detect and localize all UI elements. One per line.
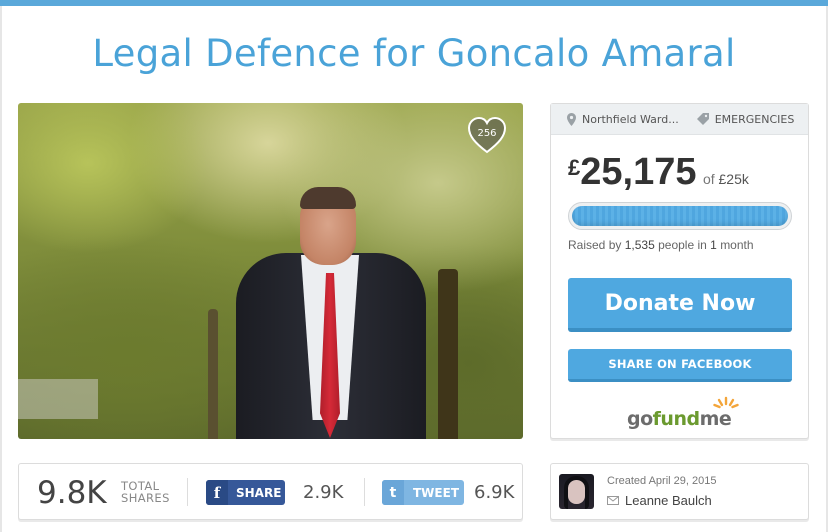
progress-fill [572, 206, 788, 226]
share-on-facebook-button[interactable]: SHARE ON FACEBOOK [568, 349, 792, 382]
amount-raised: £25,175 of £25k [568, 151, 749, 194]
total-shares-label-line2: SHARES [121, 491, 170, 505]
heart-button[interactable]: 256 [467, 116, 507, 155]
raised-by-mid: people in [658, 238, 707, 252]
progress-bar [568, 202, 792, 230]
raised-amount: 25,175 [580, 151, 697, 193]
location-pin-icon [567, 112, 576, 126]
facebook-share-button[interactable]: f SHARE [206, 480, 285, 505]
campaign-title: Legal Defence for Goncalo Amaral [92, 32, 736, 75]
tweet-label: TWEET [413, 486, 460, 500]
gofundme-logo[interactable]: gofundme [627, 396, 739, 430]
envelope-icon [607, 496, 619, 505]
goal-amount: £25k [718, 171, 749, 187]
donation-card: Northfield Ward... EMERGENCIES £25,175 o… [550, 103, 809, 439]
currency-symbol: £ [568, 155, 581, 180]
divider [187, 478, 188, 506]
donate-now-button[interactable]: Donate Now [568, 278, 792, 332]
created-date: Created April 29, 2015 [607, 475, 717, 487]
category-label: EMERGENCIES [714, 112, 795, 126]
location-link[interactable]: Northfield Ward... [567, 112, 679, 126]
raised-by-prefix: Raised by [568, 238, 622, 252]
donor-count: 1,535 [624, 238, 655, 252]
tag-icon [696, 113, 709, 125]
top-accent-bar [0, 0, 828, 6]
organizer-avatar[interactable] [559, 474, 594, 509]
heart-count: 256 [477, 128, 497, 139]
organizer-contact[interactable]: Leanne Baulch [607, 493, 712, 508]
divider [364, 478, 365, 506]
total-shares-label: TOTAL SHARES [121, 480, 170, 504]
photo-tree-trunk [438, 269, 458, 439]
avatar-hair [564, 476, 589, 509]
tweet-count: 6.9K [474, 482, 515, 503]
goal-prefix: of [702, 171, 715, 187]
twitter-icon: t [382, 480, 404, 505]
photo-person-hair [300, 187, 356, 209]
category-link[interactable]: EMERGENCIES [696, 112, 795, 126]
logo-sun-icon [713, 396, 739, 409]
organizer-name: Leanne Baulch [625, 493, 712, 508]
facebook-share-label: SHARE [236, 486, 282, 500]
logo-fund: fund [652, 408, 700, 430]
tweet-button[interactable]: t TWEET [382, 480, 464, 505]
facebook-icon: f [206, 480, 228, 505]
photo-tree-trunk [208, 309, 218, 439]
campaign-photo[interactable] [18, 103, 523, 439]
page-frame-left [0, 6, 2, 532]
total-shares-count: 9.8K [37, 475, 107, 511]
share-bar: 9.8K TOTAL SHARES f SHARE 2.9K t TWEET 6… [18, 463, 523, 520]
organizer-card: Created April 29, 2015 Leanne Baulch [550, 463, 809, 520]
card-meta-bar: Northfield Ward... EMERGENCIES [551, 104, 808, 135]
duration-number: 1 [710, 238, 717, 252]
raised-by-text: Raised by 1,535 people in 1 month [568, 238, 754, 252]
logo-go: go [627, 408, 653, 430]
goal-text: of £25k [703, 171, 749, 187]
facebook-share-count: 2.9K [303, 482, 344, 503]
photo-background-fence [18, 379, 98, 419]
duration-unit: month [720, 238, 754, 252]
location-label: Northfield Ward... [582, 112, 679, 126]
